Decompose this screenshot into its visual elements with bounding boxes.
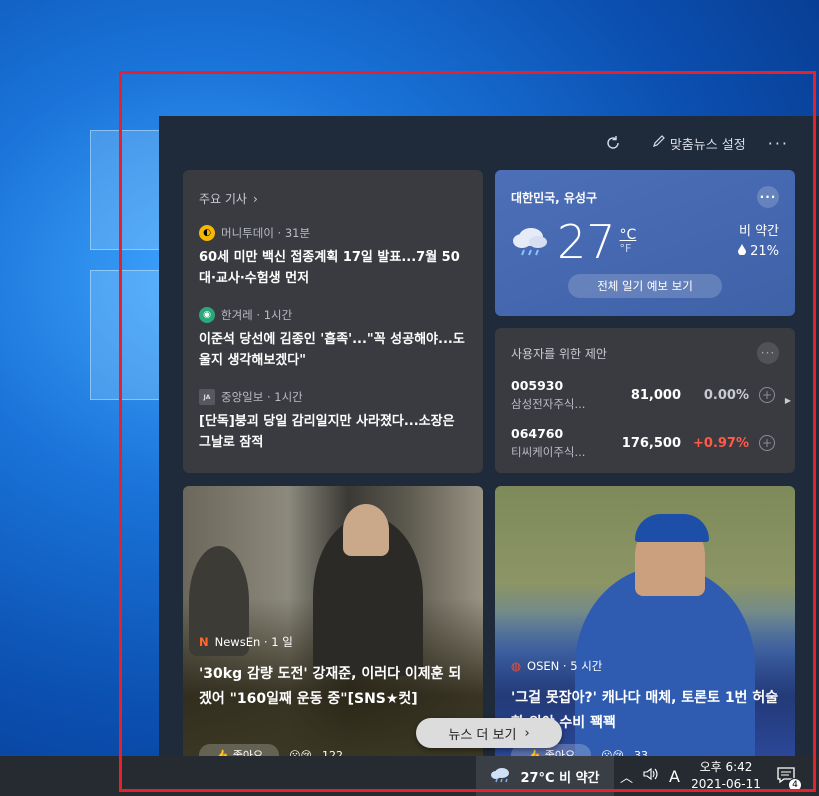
weather-temperature: 27	[557, 215, 616, 269]
chevron-up-icon[interactable]: ︿	[620, 767, 633, 786]
chevron-right-icon: ›	[252, 191, 258, 206]
unit-celsius-toggle[interactable]: °C	[620, 228, 637, 242]
like-label: 좋아요	[544, 749, 576, 756]
stock-name: 삼성전자주식...	[511, 397, 586, 411]
taskbar-weather-button[interactable]: 27°C 비 약간	[476, 756, 614, 796]
thumbs-up-icon: 👍	[527, 748, 541, 757]
reaction-bar: 👍 좋아요 😮😢 122	[199, 744, 343, 756]
photo-news-source: OSEN · 5 시간	[527, 659, 603, 673]
stock-more-icon[interactable]: ···	[757, 342, 779, 364]
reaction-count: 122	[322, 748, 344, 757]
article-source: 한겨레 · 1시간	[221, 308, 293, 322]
article-item[interactable]: ◐ 머니투데이 · 31분 60세 미만 백신 접종계획 17일 발표...7월…	[199, 225, 467, 289]
more-news-label: 뉴스 더 보기	[448, 727, 517, 743]
photo-cap	[635, 514, 709, 542]
raindrop-icon	[738, 242, 747, 262]
stock-change: 0.00%	[703, 387, 749, 403]
add-stock-icon[interactable]: +	[759, 435, 775, 451]
osen-logo-icon: ◍	[511, 659, 522, 673]
photo-news-title[interactable]: '30kg 감량 도전' 강재준, 이러다 이제훈 되겠어 "160일째 운동 …	[199, 662, 469, 712]
input-method-indicator[interactable]: A	[669, 767, 680, 786]
clock-time: 오후 6:42	[699, 760, 753, 774]
top-stories-title: 주요 기사	[199, 192, 247, 206]
speaker-icon[interactable]	[643, 767, 659, 785]
add-stock-icon[interactable]: +	[759, 387, 775, 403]
stock-heading: 사용자를 위한 제안	[511, 346, 607, 361]
notification-center-icon[interactable]: 4	[776, 766, 802, 792]
article-item[interactable]: ◉ 한겨레 · 1시간 이준석 당선에 김종인 '흡족'..."꼭 성공해야..…	[199, 307, 467, 371]
joongang-logo-icon: JA	[199, 389, 215, 405]
article-source: 중앙일보 · 1시간	[221, 390, 303, 404]
article-source: 머니투데이 · 31분	[221, 226, 311, 240]
weather-location: 대한민국, 유성구	[511, 190, 598, 205]
full-forecast-button[interactable]: 전체 일기 예보 보기	[568, 274, 722, 298]
reaction-emoji-icon: 😮😢	[601, 748, 625, 757]
moneytoday-logo-icon: ◐	[199, 225, 215, 241]
article-headline[interactable]: [단독]붕괴 당일 감리일지만 사라졌다...소장은 그날로 잠적	[199, 411, 467, 453]
cloud-rain-icon	[511, 223, 549, 261]
like-button[interactable]: 👍 좋아요	[199, 744, 280, 757]
news-interests-flyout: 맞춤뉴스 설정 ··· 주요 기사 › ◐ 머니투데이 · 31분 60세 미만…	[159, 116, 819, 756]
stock-suggestions-card: 사용자를 위한 제안 ··· 005930 삼성전자주식... 81,000 0…	[495, 328, 795, 473]
photo-news-card[interactable]: N NewsEn · 1 일 '30kg 감량 도전' 강재준, 이러다 이제훈…	[183, 486, 483, 756]
like-label: 좋아요	[232, 749, 264, 756]
refresh-icon[interactable]	[602, 132, 624, 154]
article-item[interactable]: JA 중앙일보 · 1시간 [단독]붕괴 당일 감리일지만 사라졌다...소장은…	[199, 389, 467, 453]
weather-condition: 비 약간	[738, 224, 779, 239]
personalize-label: 맞춤뉴스 설정	[669, 137, 746, 153]
chevron-right-icon: ›	[524, 725, 530, 741]
precipitation-value: 21%	[750, 244, 779, 259]
stock-row[interactable]: 005930 삼성전자주식... 81,000 0.00% +	[511, 378, 779, 412]
taskbar-weather-text: 27°C 비 약간	[520, 770, 600, 786]
stock-code: 005930	[511, 378, 564, 393]
newsen-logo-icon: N	[199, 635, 209, 649]
photo-news-card[interactable]: ◍ OSEN · 5 시간 '그걸 못잡아?' 캐나다 매체, 토론토 1번 허…	[495, 486, 795, 756]
article-headline[interactable]: 이준석 당선에 김종인 '흡족'..."꼭 성공해야...도울지 생각해보겠다"	[199, 329, 467, 371]
taskbar-clock[interactable]: 오후 6:42 2021-06-11	[690, 759, 762, 793]
more-news-button[interactable]: 뉴스 더 보기 ›	[416, 718, 562, 748]
article-headline[interactable]: 60세 미만 백신 접종계획 17일 발표...7월 50대·교사·수험생 먼저	[199, 247, 467, 289]
top-stories-card: 주요 기사 › ◐ 머니투데이 · 31분 60세 미만 백신 접종계획 17일…	[183, 170, 483, 473]
clock-date: 2021-06-11	[691, 777, 761, 791]
hankyoreh-logo-icon: ◉	[199, 307, 215, 323]
more-options-icon[interactable]: ···	[768, 134, 789, 153]
personalize-button[interactable]: 맞춤뉴스 설정	[652, 134, 746, 153]
system-tray: ︿ A	[620, 756, 680, 796]
stock-price: 81,000	[630, 387, 681, 403]
reaction-emoji-icon: 😮😢	[289, 748, 313, 757]
next-arrow-icon[interactable]: ▶	[785, 396, 791, 405]
stock-code: 064760	[511, 426, 564, 441]
pencil-icon	[652, 134, 666, 152]
stock-row[interactable]: 064760 티씨케이주식... 176,500 +0.97% +	[511, 426, 779, 460]
reaction-count: 33	[634, 748, 649, 757]
notification-badge: 4	[788, 778, 802, 792]
cloud-rain-icon	[490, 765, 512, 787]
photo-face	[343, 504, 389, 556]
weather-card[interactable]: 대한민국, 유성구 ··· 27 °C °F 비 약간 21% 전체 일기 예보…	[495, 170, 795, 316]
unit-fahrenheit-toggle[interactable]: °F	[620, 242, 637, 256]
stock-change: +0.97%	[693, 435, 749, 451]
weather-more-icon[interactable]: ···	[757, 186, 779, 208]
photo-news-source: NewsEn · 1 일	[214, 635, 293, 649]
stock-price: 176,500	[621, 435, 681, 451]
flyout-header: 맞춤뉴스 설정 ···	[159, 116, 819, 170]
stock-name: 티씨케이주식...	[511, 445, 586, 459]
top-stories-heading[interactable]: 주요 기사 ›	[199, 190, 467, 207]
taskbar: 27°C 비 약간 ︿ A 오후 6:42 2021-06-11 4	[0, 756, 819, 796]
thumbs-up-icon: 👍	[215, 748, 229, 757]
